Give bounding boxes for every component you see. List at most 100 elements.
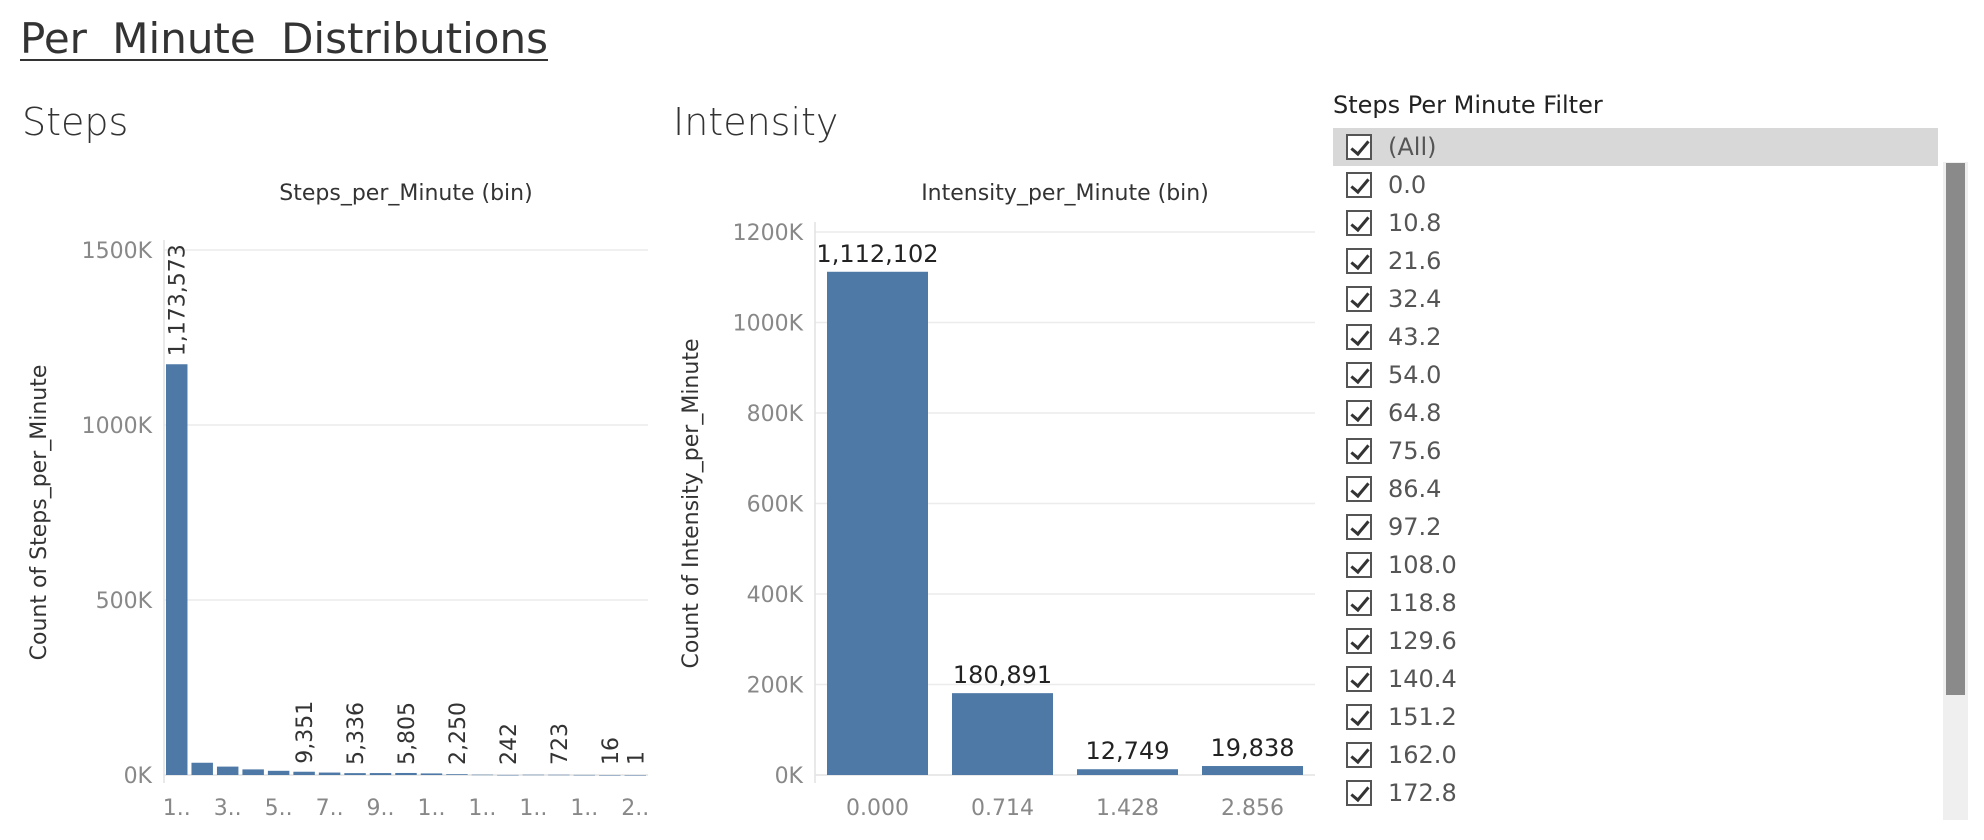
filter-item-label: 140.4 xyxy=(1388,665,1457,693)
filter-item[interactable]: 162.0 xyxy=(1333,736,1938,774)
y-tick-label: 500K xyxy=(96,589,153,614)
filter-item[interactable]: (All) xyxy=(1333,128,1938,166)
checkbox-checked-icon[interactable] xyxy=(1346,590,1372,616)
bar xyxy=(293,771,315,775)
checkbox-checked-icon[interactable] xyxy=(1346,552,1372,578)
checkbox-checked-icon[interactable] xyxy=(1346,172,1372,198)
x-tick-label: 2.. xyxy=(621,796,649,820)
filter-item[interactable]: 54.0 xyxy=(1333,356,1938,394)
x-tick-label: 1.. xyxy=(519,796,547,820)
bar xyxy=(1202,766,1303,775)
checkbox-checked-icon[interactable] xyxy=(1346,628,1372,654)
x-tick-label: 9.. xyxy=(367,796,395,820)
data-label: 723 xyxy=(548,723,573,765)
checkbox-checked-icon[interactable] xyxy=(1346,210,1372,236)
bar xyxy=(216,766,239,775)
filter-item-label: 54.0 xyxy=(1388,361,1442,389)
data-label: 1,173,573 xyxy=(166,244,191,356)
filter-item[interactable]: 86.4 xyxy=(1333,470,1938,508)
data-label: 1 xyxy=(624,751,649,765)
bar xyxy=(369,773,392,775)
checkbox-checked-icon[interactable] xyxy=(1346,514,1372,540)
y-tick-label: 1000K xyxy=(733,312,804,337)
x-tick-label: 5.. xyxy=(265,796,293,820)
filter-item[interactable]: 172.8 xyxy=(1333,774,1938,812)
data-label: 180,891 xyxy=(953,661,1052,689)
filter-item-label: 129.6 xyxy=(1388,627,1457,655)
checkbox-checked-icon[interactable] xyxy=(1346,286,1372,312)
bar xyxy=(497,774,519,776)
bar xyxy=(952,693,1053,775)
checkbox-checked-icon[interactable] xyxy=(1346,476,1372,502)
bar xyxy=(191,762,213,775)
bar xyxy=(420,773,443,775)
filter-item[interactable]: 75.6 xyxy=(1333,432,1938,470)
x-tick-label: 2.856 xyxy=(1221,796,1284,820)
bar xyxy=(242,769,264,775)
checkbox-checked-icon[interactable] xyxy=(1346,438,1372,464)
data-label: 5,805 xyxy=(395,702,420,765)
bar xyxy=(395,772,417,775)
y-tick-label: 200K xyxy=(747,674,804,699)
filter-item[interactable]: 97.2 xyxy=(1333,508,1938,546)
y-tick-label: 400K xyxy=(747,583,804,608)
filter-item[interactable]: 10.8 xyxy=(1333,204,1938,242)
bar xyxy=(166,364,188,775)
filter-item-label: 162.0 xyxy=(1388,741,1457,769)
checkbox-checked-icon[interactable] xyxy=(1346,780,1372,806)
filter-list: (All) 0.0 10.8 21.6 32.4 43.2 54.0 64.8 75.6 86.4… xyxy=(1333,128,1938,812)
bar xyxy=(624,774,646,776)
filter-item[interactable]: 21.6 xyxy=(1333,242,1938,280)
x-tick-label: 1.428 xyxy=(1096,796,1159,820)
checkbox-checked-icon[interactable] xyxy=(1346,324,1372,350)
data-label: 5,336 xyxy=(344,702,369,765)
filter-item-label: 0.0 xyxy=(1388,171,1427,199)
y-tick-label: 0K xyxy=(124,764,153,789)
checkbox-checked-icon[interactable] xyxy=(1346,134,1372,160)
y-tick-label: 1200K xyxy=(733,221,804,246)
filter-item-label: 43.2 xyxy=(1388,323,1442,351)
filter-item[interactable]: 64.8 xyxy=(1333,394,1938,432)
checkbox-checked-icon[interactable] xyxy=(1346,362,1372,388)
checkbox-checked-icon[interactable] xyxy=(1346,400,1372,426)
x-tick-label: 7.. xyxy=(316,796,344,820)
filter-item[interactable]: 118.8 xyxy=(1333,584,1938,622)
filter-item-label: 151.2 xyxy=(1388,703,1457,731)
filter-item[interactable]: 0.0 xyxy=(1333,166,1938,204)
bar xyxy=(548,774,570,776)
filter-item-label: 118.8 xyxy=(1388,589,1457,617)
data-label: 2,250 xyxy=(446,702,471,765)
bar xyxy=(827,271,928,775)
bar xyxy=(1077,769,1178,775)
data-label: 16 xyxy=(599,737,624,765)
filter-item[interactable]: 43.2 xyxy=(1333,318,1938,356)
y-tick-label: 800K xyxy=(747,402,804,427)
chart-title: Intensity_per_Minute (bin) xyxy=(921,181,1209,206)
checkbox-checked-icon[interactable] xyxy=(1346,248,1372,274)
filter-item[interactable]: 32.4 xyxy=(1333,280,1938,318)
filter-item-label: (All) xyxy=(1388,133,1437,161)
checkbox-checked-icon[interactable] xyxy=(1346,704,1372,730)
dashboard-title: Per Minute Distributions xyxy=(20,14,548,63)
data-label: 1,112,102 xyxy=(816,240,938,268)
filter-scrollbar-thumb[interactable] xyxy=(1946,163,1965,695)
filter-item[interactable]: 140.4 xyxy=(1333,660,1938,698)
filter-item[interactable]: 108.0 xyxy=(1333,546,1938,584)
bar xyxy=(573,774,596,776)
checkbox-checked-icon[interactable] xyxy=(1346,666,1372,692)
filter-item-label: 75.6 xyxy=(1388,437,1442,465)
intensity-chart: Intensity_per_Minute (bin) Count of Inten… xyxy=(679,181,1315,820)
x-tick-label: 1.. xyxy=(417,796,445,820)
filter-item[interactable]: 151.2 xyxy=(1333,698,1938,736)
steps-chart: Steps_per_Minute (bin) Count of Steps_per… xyxy=(27,181,649,820)
filter-item[interactable]: 129.6 xyxy=(1333,622,1938,660)
intensity-sheet-title: Intensity xyxy=(673,100,839,144)
filter-item-label: 10.8 xyxy=(1388,209,1442,237)
checkbox-checked-icon[interactable] xyxy=(1346,742,1372,768)
chart-title: Steps_per_Minute (bin) xyxy=(279,181,532,206)
steps-sheet-title: Steps xyxy=(22,100,129,144)
x-tick-label: 1.. xyxy=(163,796,191,820)
y-tick-label: 1000K xyxy=(82,414,153,439)
y-tick-label: 600K xyxy=(747,493,804,518)
filter-title: Steps Per Minute Filter xyxy=(1333,91,1603,119)
